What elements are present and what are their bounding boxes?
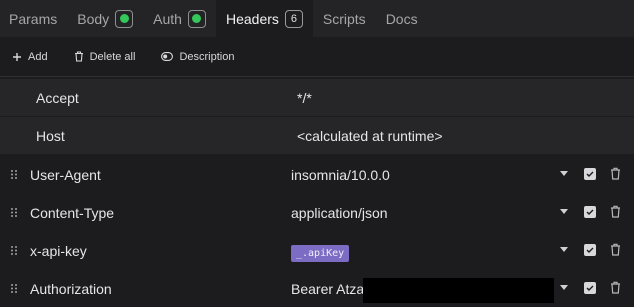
chevron-down-icon[interactable] bbox=[560, 171, 568, 176]
status-dot-icon bbox=[192, 14, 202, 23]
auth-status-indicator bbox=[187, 9, 206, 28]
header-row: Content-Type application/json bbox=[0, 194, 634, 231]
header-name: Accept bbox=[36, 89, 79, 106]
header-value-input[interactable]: _.apiKey bbox=[291, 243, 350, 262]
header-value: */* bbox=[297, 89, 312, 106]
header-name: Host bbox=[36, 127, 65, 144]
tab-auth[interactable]: Auth bbox=[143, 0, 216, 37]
header-row: x-api-key _.apiKey bbox=[0, 232, 634, 269]
headers-count-badge: 6 bbox=[284, 9, 303, 28]
description-toggle-button[interactable]: Description bbox=[161, 51, 234, 63]
template-variable-tag[interactable]: _.apiKey bbox=[291, 244, 350, 262]
checkbox-checked-icon[interactable] bbox=[584, 168, 596, 180]
header-name-input[interactable]: Content-Type bbox=[30, 205, 114, 221]
plus-icon bbox=[13, 52, 21, 61]
trash-icon[interactable] bbox=[610, 167, 621, 180]
chevron-down-icon[interactable] bbox=[560, 285, 568, 290]
tab-body[interactable]: Body bbox=[67, 0, 143, 37]
add-header-button[interactable]: Add bbox=[12, 51, 48, 63]
chevron-down-icon[interactable] bbox=[560, 247, 568, 252]
checkbox-checked-icon[interactable] bbox=[584, 282, 596, 294]
grip-icon[interactable] bbox=[10, 283, 18, 294]
tab-params-label: Params bbox=[9, 10, 58, 27]
header-name-input[interactable]: User-Agent bbox=[30, 167, 101, 183]
delete-all-button[interactable]: Delete all bbox=[74, 50, 136, 63]
body-status-indicator bbox=[115, 9, 134, 28]
redaction-block bbox=[363, 278, 554, 303]
tab-docs-label: Docs bbox=[385, 10, 418, 27]
trash-icon[interactable] bbox=[610, 281, 621, 294]
status-dot-icon bbox=[119, 14, 129, 23]
tab-auth-label: Auth bbox=[153, 10, 182, 27]
tab-headers[interactable]: Headers 6 bbox=[215, 0, 313, 37]
tab-scripts-label: Scripts bbox=[322, 10, 366, 27]
toggle-icon bbox=[161, 52, 174, 61]
chevron-down-icon[interactable] bbox=[560, 209, 568, 214]
header-name-input[interactable]: Authorization bbox=[30, 281, 112, 297]
tab-bar: Params Body Auth Headers 6 Scripts Docs bbox=[0, 0, 634, 37]
auto-header-row: Accept */* bbox=[0, 79, 634, 116]
checkbox-checked-icon[interactable] bbox=[584, 244, 596, 256]
tab-body-label: Body bbox=[77, 10, 110, 27]
trash-icon[interactable] bbox=[610, 205, 621, 218]
tab-docs[interactable]: Docs bbox=[376, 0, 428, 37]
grip-icon[interactable] bbox=[10, 207, 18, 218]
header-value-input[interactable]: application/json bbox=[291, 205, 388, 221]
header-row: User-Agent insomnia/10.0.0 bbox=[0, 156, 634, 193]
trash-icon[interactable] bbox=[610, 243, 621, 256]
delete-all-label: Delete all bbox=[89, 50, 136, 63]
tab-params[interactable]: Params bbox=[0, 0, 67, 37]
header-value-input[interactable]: Bearer Atza bbox=[291, 280, 367, 297]
headers-toolbar: Add Delete all Description bbox=[0, 37, 634, 77]
description-toggle-label: Description bbox=[179, 50, 235, 63]
add-header-label: Add bbox=[28, 50, 48, 63]
grip-icon[interactable] bbox=[10, 245, 18, 256]
checkbox-checked-icon[interactable] bbox=[584, 206, 596, 218]
header-value-input[interactable]: insomnia/10.0.0 bbox=[291, 167, 390, 183]
header-name-input[interactable]: x-api-key bbox=[30, 243, 87, 259]
header-value: <calculated at runtime> bbox=[297, 127, 443, 144]
header-value-text: Bearer Atza bbox=[291, 280, 365, 297]
tab-headers-label: Headers bbox=[225, 10, 279, 27]
auto-header-row: Host <calculated at runtime> bbox=[0, 117, 634, 154]
trash-icon bbox=[74, 51, 83, 62]
grip-icon[interactable] bbox=[10, 169, 18, 180]
tab-scripts[interactable]: Scripts bbox=[313, 0, 376, 37]
